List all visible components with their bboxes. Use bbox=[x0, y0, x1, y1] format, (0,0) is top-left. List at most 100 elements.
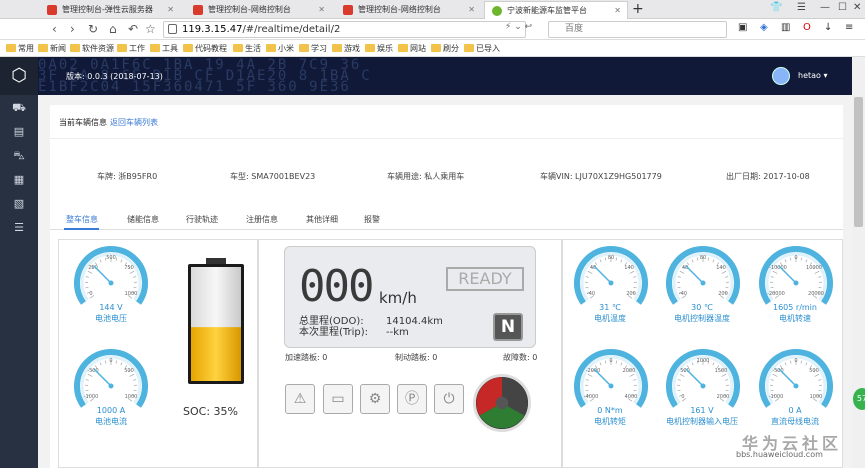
bookmark-folder[interactable]: 工具 bbox=[150, 43, 178, 54]
bookmark-folder[interactable]: 工作 bbox=[117, 43, 145, 54]
report-icon[interactable]: ▧ bbox=[12, 197, 26, 211]
browser-tab[interactable]: 管理控制台-网络控制台 ✕ bbox=[186, 1, 331, 19]
chevron-down-icon[interactable]: ⌄ bbox=[514, 22, 522, 32]
svg-text:500: 500 bbox=[809, 368, 819, 374]
svg-text:-1000: -1000 bbox=[769, 394, 784, 400]
accel-pedal: 加速踏板: 0 bbox=[285, 353, 328, 362]
svg-text:2000: 2000 bbox=[623, 368, 636, 374]
home-icon[interactable]: ⌂ bbox=[109, 22, 117, 36]
bookmarks-bar: 常用 新闻 软件资源 工作 工具 代码教程 生活 小米 学习 游戏 娱乐 网站 … bbox=[0, 40, 865, 57]
motor-temp-gauge: 4080140-40 200 bbox=[574, 246, 648, 305]
car-search-icon[interactable]: ⛟ bbox=[12, 101, 26, 115]
tab-divider bbox=[50, 229, 843, 230]
browser-tab[interactable]: 管理控制台-弹性云服务器 ✕ bbox=[40, 1, 180, 19]
bookmark-folder[interactable]: 新闻 bbox=[38, 43, 66, 54]
scrollbar-thumb[interactable] bbox=[854, 97, 863, 227]
search-engine: 百度 bbox=[565, 24, 584, 34]
svg-text:1000: 1000 bbox=[697, 358, 710, 364]
tab-title: 管理控制台-弹性云服务器 bbox=[62, 5, 153, 14]
gauge-value: 144 V bbox=[99, 303, 123, 312]
odo-value: 14104.4km bbox=[386, 316, 443, 327]
version-label: 版本: 0.0.3 (2018-07-13) bbox=[66, 72, 163, 81]
gear-indicator: N bbox=[493, 313, 523, 341]
tab-vehicle-info[interactable]: 整车信息 bbox=[66, 214, 98, 225]
back-small-icon[interactable]: ↩ bbox=[525, 22, 533, 32]
svg-text:-40: -40 bbox=[587, 291, 595, 297]
cube-logo-icon[interactable]: ⬡ bbox=[0, 57, 38, 95]
tab-track[interactable]: 行驶轨迹 bbox=[186, 214, 218, 225]
back-icon[interactable]: ‹ bbox=[52, 22, 57, 36]
svg-text:200: 200 bbox=[626, 291, 636, 297]
close-icon[interactable]: ✕ bbox=[614, 2, 621, 19]
current-gauge: -5000500-1000 1000 bbox=[74, 349, 148, 408]
svg-text:-4000: -4000 bbox=[584, 394, 599, 400]
back-to-list-link[interactable]: 返回车辆列表 bbox=[110, 117, 158, 128]
undo-icon[interactable]: ↶ bbox=[128, 22, 138, 36]
soc-label: SOC: 35% bbox=[183, 405, 238, 418]
document-icon[interactable]: ▤ bbox=[12, 125, 26, 139]
tab-registration[interactable]: 注册信息 bbox=[246, 214, 278, 225]
close-icon[interactable]: ✕ bbox=[468, 1, 475, 19]
user-menu[interactable]: hetao ▾ bbox=[798, 71, 828, 80]
bookmark-folder[interactable]: 小米 bbox=[266, 43, 294, 54]
avatar[interactable] bbox=[772, 67, 790, 85]
svg-text:0: 0 bbox=[109, 358, 112, 364]
voltage-gauge: 2505007500 1000 bbox=[74, 246, 148, 305]
bookmark-folder[interactable]: 刷分 bbox=[431, 43, 459, 54]
chart-icon[interactable]: ▦ bbox=[12, 173, 26, 187]
star-icon[interactable]: ☆ bbox=[145, 22, 156, 36]
new-tab-button[interactable]: + bbox=[632, 1, 644, 17]
minimize-icon[interactable]: — bbox=[820, 2, 830, 13]
bookmark-folder[interactable]: 常用 bbox=[6, 43, 34, 54]
maximize-icon[interactable]: ☐ bbox=[838, 2, 847, 13]
reload-icon[interactable]: ↻ bbox=[88, 22, 98, 36]
menu-icon[interactable]: ☰ bbox=[797, 2, 806, 13]
leaf-icon bbox=[492, 6, 502, 16]
svg-text:-10000: -10000 bbox=[769, 265, 787, 271]
menu-icon[interactable]: ≡ bbox=[845, 22, 853, 33]
close-icon[interactable]: ✕ bbox=[167, 1, 174, 19]
url-actions: ⚡ ⌄ ↩ bbox=[505, 22, 532, 32]
lightning-icon[interactable]: ⚡ bbox=[505, 22, 511, 32]
engine-icon: ⚙ bbox=[360, 384, 390, 414]
tab-storage-info[interactable]: 储能信息 bbox=[127, 214, 159, 225]
bookmark-folder[interactable]: 娱乐 bbox=[365, 43, 393, 54]
download-icon[interactable]: ↓ bbox=[824, 22, 832, 33]
pocket-icon[interactable]: ◈ bbox=[760, 22, 768, 33]
header-banner: 0A02 0A1F6C 1BA 19 4A 2B 7C9 36 3F 5A 8 … bbox=[38, 57, 852, 95]
bookmark-folder[interactable]: 代码教程 bbox=[183, 43, 227, 54]
bookmark-folder[interactable]: 网站 bbox=[398, 43, 426, 54]
svg-text:1500: 1500 bbox=[715, 368, 728, 374]
tab-title: 宁波新能源车监管平台 bbox=[507, 6, 587, 15]
model-info: 车型: SMA7001BEV23 bbox=[230, 172, 316, 181]
url-input[interactable]: 119.3.15.47/#/realtime/detail/2 bbox=[163, 21, 526, 38]
tab-other[interactable]: 其他详细 bbox=[306, 214, 338, 225]
tab-alarm[interactable]: 报警 bbox=[364, 214, 380, 225]
bookmark-folder[interactable]: 软件资源 bbox=[70, 43, 114, 54]
list-icon[interactable]: ☰ bbox=[12, 221, 26, 235]
close-icon[interactable]: ✕ bbox=[318, 1, 325, 19]
close-window-icon[interactable]: ✕ bbox=[853, 2, 861, 13]
search-input[interactable]: 百度 bbox=[548, 21, 727, 38]
car-icon[interactable]: ⛍ bbox=[12, 149, 26, 163]
opera-icon[interactable]: O bbox=[803, 22, 811, 33]
gauge-value: 30 ℃ bbox=[691, 303, 713, 312]
gauge-value: 0 N*m bbox=[597, 406, 623, 415]
bookmark-folder[interactable]: 游戏 bbox=[332, 43, 360, 54]
extension-icon[interactable]: ▣ bbox=[738, 22, 747, 33]
shirt-icon[interactable]: 👕 bbox=[770, 2, 782, 13]
motor-torque-gauge: -200002000-4000 4000 bbox=[574, 349, 648, 408]
svg-text:-40: -40 bbox=[679, 291, 687, 297]
bookmark-folder[interactable]: 学习 bbox=[299, 43, 327, 54]
bookmark-folder[interactable]: 已导入 bbox=[464, 43, 500, 54]
tab-title: 管理控制台-网络控制台 bbox=[208, 5, 291, 14]
svg-text:500: 500 bbox=[106, 255, 116, 261]
speed-unit: km/h bbox=[379, 289, 417, 307]
browser-tab-active[interactable]: 宁波新能源车监管平台 ✕ bbox=[484, 1, 628, 19]
browser-tab[interactable]: 管理控制台-网络控制台 ✕ bbox=[336, 1, 481, 19]
bookmark-folder[interactable]: 生活 bbox=[233, 43, 261, 54]
float-button[interactable]: 57 bbox=[853, 388, 865, 410]
forward-icon[interactable]: › bbox=[70, 22, 75, 36]
library-icon[interactable]: ▥ bbox=[781, 22, 790, 33]
page-icon bbox=[168, 24, 177, 34]
